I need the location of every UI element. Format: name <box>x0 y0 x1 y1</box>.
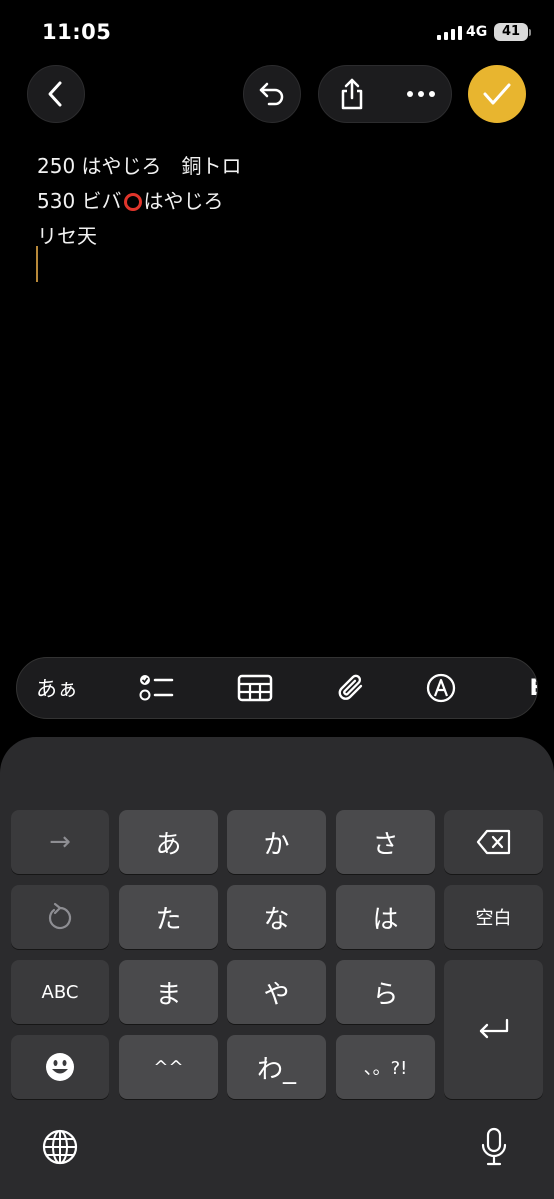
done-button[interactable] <box>468 65 526 123</box>
key-space[interactable]: 空白 <box>444 885 543 949</box>
key-na[interactable]: な <box>227 885 326 949</box>
note-line[interactable]: 530 ビバ はやじろ <box>37 185 224 214</box>
globe-icon <box>42 1129 78 1165</box>
keyboard: → あ か さ た な は 空白 ABC ま や ら ^^ わ_ 、。?! <box>0 737 554 1199</box>
attachment-button[interactable] <box>321 658 381 718</box>
battery-tip <box>529 29 531 36</box>
network-label: 4G <box>466 24 488 40</box>
key-redo[interactable] <box>11 885 109 949</box>
microphone-icon <box>481 1127 507 1166</box>
emoji-icon <box>46 1053 74 1081</box>
key-delete[interactable] <box>444 810 543 874</box>
undo-icon <box>259 82 284 106</box>
checkmark-icon <box>483 83 511 105</box>
globe-button[interactable] <box>40 1127 80 1167</box>
text-style-button[interactable]: あぁ <box>31 658 83 718</box>
note-text: 530 ビバ <box>37 189 122 213</box>
battery-indicator: 41 <box>494 23 528 41</box>
dictation-button[interactable] <box>474 1125 514 1169</box>
redo-icon <box>48 902 72 930</box>
share-icon <box>341 78 363 110</box>
key-ra[interactable]: ら <box>336 960 435 1024</box>
key-next-candidate[interactable]: → <box>11 810 109 874</box>
note-text: はやじろ <box>143 189 224 213</box>
key-emoji[interactable] <box>11 1035 109 1099</box>
attachment-icon <box>338 674 363 700</box>
checklist-button[interactable] <box>127 658 187 718</box>
key-ha[interactable]: は <box>336 885 435 949</box>
key-ta[interactable]: た <box>119 885 218 949</box>
markup-icon <box>426 673 456 703</box>
more-button[interactable] <box>397 70 445 118</box>
note-line[interactable]: 250 はやじろ 銅トロ <box>37 150 242 179</box>
back-chevron-icon <box>48 81 62 107</box>
key-abc[interactable]: ABC <box>11 960 109 1024</box>
key-punctuation[interactable]: 、。?! <box>336 1035 435 1099</box>
checklist-icon <box>139 675 174 701</box>
key-wa[interactable]: わ_ <box>227 1035 326 1099</box>
more-icon <box>407 91 435 97</box>
format-toolbar: あぁ E <box>16 657 538 719</box>
text-cursor <box>36 246 38 282</box>
key-a[interactable]: あ <box>119 810 218 874</box>
note-line[interactable]: リセ天 <box>37 220 97 249</box>
back-button[interactable] <box>27 65 85 123</box>
red-circle-emoji <box>123 193 142 211</box>
key-return[interactable] <box>444 960 543 1099</box>
key-sa[interactable]: さ <box>336 810 435 874</box>
table-icon <box>237 674 273 702</box>
table-button[interactable] <box>225 658 285 718</box>
key-kaomoji[interactable]: ^^ <box>119 1035 218 1099</box>
return-icon <box>479 1018 508 1038</box>
undo-button[interactable] <box>243 65 301 123</box>
key-ya[interactable]: や <box>227 960 326 1024</box>
signal-icon <box>437 26 462 40</box>
key-ma[interactable]: ま <box>119 960 218 1024</box>
status-time: 11:05 <box>42 20 112 44</box>
more-format-button[interactable]: E <box>517 658 537 718</box>
delete-icon <box>476 829 510 855</box>
markup-button[interactable] <box>411 658 471 718</box>
share-button[interactable] <box>328 70 376 118</box>
key-ka[interactable]: か <box>227 810 326 874</box>
